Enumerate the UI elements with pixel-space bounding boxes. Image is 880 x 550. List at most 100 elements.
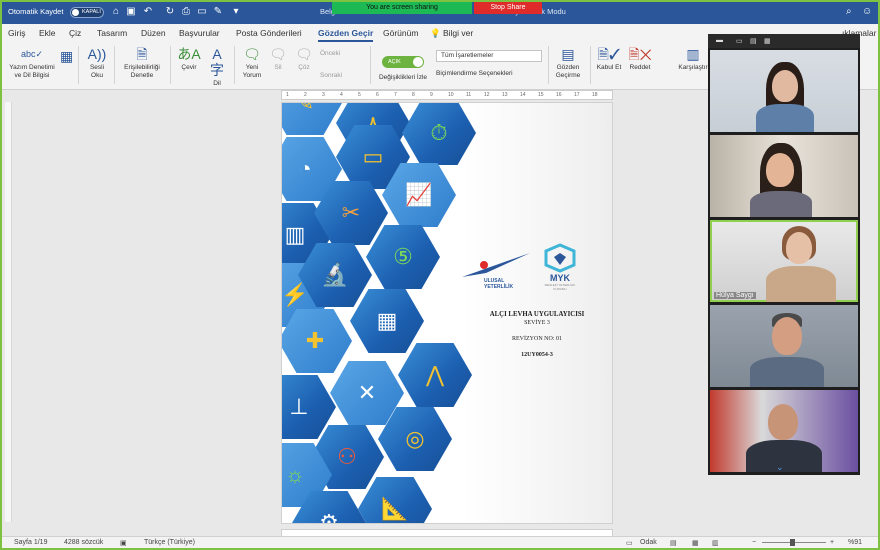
participant-video-tile[interactable] xyxy=(710,305,858,387)
tool-icon: ✎ xyxy=(295,102,315,115)
tab-view[interactable]: Görünüm xyxy=(383,28,418,38)
translate-label: Çevir xyxy=(181,64,197,71)
web-layout-icon[interactable]: ▥ xyxy=(712,539,719,547)
delete-comment-button[interactable]: 🗨 Sil xyxy=(266,46,290,72)
tab-home[interactable]: Giriş xyxy=(8,28,25,38)
autosave-state: KAPALI xyxy=(82,9,101,15)
participant-face xyxy=(768,404,798,440)
resolve-label: Çöz xyxy=(298,64,310,71)
ruler-tick: 7 xyxy=(394,92,397,98)
reject-label: Reddet xyxy=(629,64,651,71)
word-count[interactable]: 4288 sözcük xyxy=(64,539,103,546)
autosave-toggle[interactable]: KAPALI xyxy=(70,7,104,18)
accept-button[interactable]: 🗎✓ Kabul Et xyxy=(594,46,624,72)
undo-icon[interactable]: ↶ xyxy=(142,6,154,17)
reject-button[interactable]: 🗎✕ Reddet xyxy=(626,46,654,72)
participant-video-tile[interactable] xyxy=(710,390,858,472)
gallery-view-icon[interactable]: ▦ xyxy=(764,37,771,45)
tab-review[interactable]: Gözden Geçir xyxy=(318,28,374,42)
participant-face xyxy=(772,70,798,102)
edit-icon[interactable]: ✎ xyxy=(212,6,224,17)
zoom-in-icon[interactable]: + xyxy=(830,539,834,546)
participant-video-tile[interactable] xyxy=(710,135,858,217)
gallery-toolbar: ▬ ▭ ▤ ▦ xyxy=(708,34,860,48)
customize-icon[interactable]: ▾ xyxy=(230,6,242,17)
home-icon[interactable]: ⌂ xyxy=(110,6,122,17)
ruler-tick: 13 xyxy=(502,92,508,98)
ruler-tick: 2 xyxy=(304,92,307,98)
tab-design[interactable]: Tasarım xyxy=(97,28,127,38)
language-status[interactable]: Türkçe (Türkiye) xyxy=(144,539,195,546)
document-page[interactable]: ✎ ⋏ ⏱ ◔ ▭ 📈 ▥ ✂ ⑤ ⚡ 🔬 ▦ ✚ ⋀ ⊥ ✕ ◎ ⚇ ☼ 📐 xyxy=(281,102,613,524)
new-comment-button[interactable]: 🗨 Yeni Yorum xyxy=(238,46,266,79)
autosave-label: Otomatik Kaydet xyxy=(8,7,64,16)
myk-logo: MYK MESLEKİ YETERLİLİK KURUMU xyxy=(540,243,580,291)
participant-face xyxy=(786,232,812,264)
language-button[interactable]: A字 Dil xyxy=(206,46,228,88)
accessibility-button[interactable]: 🗎 Erişilebilirliği Denetle xyxy=(118,46,166,79)
tab-references[interactable]: Başvurular xyxy=(179,28,220,38)
page-indicator[interactable]: Sayfa 1/19 xyxy=(14,539,47,546)
read-aloud-icon: A)) xyxy=(87,46,107,62)
read-aloud-label: Sesli Oku xyxy=(89,64,105,79)
uy-logo-mark xyxy=(462,253,530,277)
markup-select[interactable]: Tüm İşaretlemeler xyxy=(436,50,542,62)
reject-icon: 🗎✕ xyxy=(628,46,652,62)
thesaurus-icon[interactable]: ▦ xyxy=(60,48,73,66)
ruler-tick: 11 xyxy=(466,92,472,98)
comment-icon: 🗨 xyxy=(243,46,261,62)
compare-button[interactable]: ▥ Karşılaştır xyxy=(678,46,708,72)
delete-label: Sil xyxy=(274,64,282,71)
tell-me-label: Bilgi ver xyxy=(442,28,474,38)
weight-icon: ⑤ xyxy=(393,244,413,269)
spelling-icon: abc✓ xyxy=(20,49,44,59)
restore-icon[interactable]: ▭ xyxy=(736,37,743,45)
participant-body xyxy=(766,266,836,302)
print-icon[interactable]: ⎙ xyxy=(180,6,192,17)
review-pane-button[interactable]: ▤ Gözden Geçirme xyxy=(552,46,584,79)
save-icon[interactable]: ▣ xyxy=(125,6,137,17)
stop-share-button[interactable]: Stop Share xyxy=(474,2,542,14)
participant-video-tile[interactable] xyxy=(710,50,858,132)
horizontal-ruler[interactable]: 1 2 3 4 5 6 7 8 9 10 11 12 13 14 15 16 1… xyxy=(281,90,613,100)
cover-hexagon-graphic: ✎ ⋏ ⏱ ◔ ▭ 📈 ▥ ✂ ⑤ ⚡ 🔬 ▦ ✚ ⋀ ⊥ ✕ ◎ ⚇ ☼ 📐 xyxy=(282,102,476,523)
spelling-button[interactable]: abc✓ Yazım Denetimi ve Dil Bilgisi xyxy=(6,46,58,79)
read-mode-icon[interactable]: ▤ xyxy=(670,539,677,547)
tab-layout[interactable]: Düzen xyxy=(141,28,166,38)
track-toggle-state: AÇIK xyxy=(388,59,401,65)
vertical-ruler[interactable] xyxy=(5,102,12,522)
translate-button[interactable]: あA Çevir xyxy=(176,46,202,72)
tab-insert[interactable]: Ekle xyxy=(39,28,56,38)
tab-tell-me[interactable]: 💡 Bilgi ver xyxy=(430,28,473,39)
next-comment-button[interactable]: Sonraki xyxy=(320,72,360,80)
read-aloud-button[interactable]: A)) Sesli Oku xyxy=(84,46,110,79)
zoom-out-icon[interactable]: − xyxy=(752,539,756,546)
ruler-tick: 17 xyxy=(574,92,580,98)
focus-button[interactable]: Odak xyxy=(640,539,657,546)
bandage-icon: ✚ xyxy=(305,328,325,353)
screen-share-banner: You are screen sharing Stop Share xyxy=(332,2,547,14)
chevron-down-icon[interactable]: ⌄ xyxy=(776,462,784,473)
hexagon: ⏱ xyxy=(402,103,476,165)
tab-draw[interactable]: Çiz xyxy=(69,28,81,38)
participant-video-tile-active-speaker[interactable]: Hülya Saygı xyxy=(710,220,858,302)
resolve-comment-button[interactable]: 🗨 Çöz xyxy=(292,46,316,72)
zoom-level[interactable]: %91 xyxy=(848,539,862,546)
previous-comment-button[interactable]: Önceki xyxy=(320,50,360,58)
search-icon[interactable]: ⌕ xyxy=(846,6,852,17)
status-bar: Sayfa 1/19 4288 sözcük ▣ Türkçe (Türkiye… xyxy=(2,536,878,548)
focus-icon[interactable]: ▭ xyxy=(626,539,633,547)
new-doc-icon[interactable]: ▭ xyxy=(196,6,208,17)
track-changes-toggle[interactable]: AÇIK xyxy=(382,56,424,68)
tab-mailings[interactable]: Posta Gönderileri xyxy=(236,28,302,38)
redo-icon[interactable]: ↻ xyxy=(164,6,176,17)
proofing-icon[interactable]: ▣ xyxy=(120,539,127,547)
ribbon-divider xyxy=(170,46,171,84)
speaker-view-icon[interactable]: ▤ xyxy=(750,37,757,45)
account-icon[interactable]: ☺ xyxy=(862,6,872,17)
markup-select-value: Tüm İşaretlemeler xyxy=(441,52,494,59)
minimize-icon[interactable]: ▬ xyxy=(716,37,723,44)
zoom-slider-thumb[interactable] xyxy=(790,539,795,546)
format-options-button[interactable]: Biçimlendirme Seçenekleri xyxy=(436,70,546,78)
print-layout-icon[interactable]: ▦ xyxy=(692,539,699,547)
